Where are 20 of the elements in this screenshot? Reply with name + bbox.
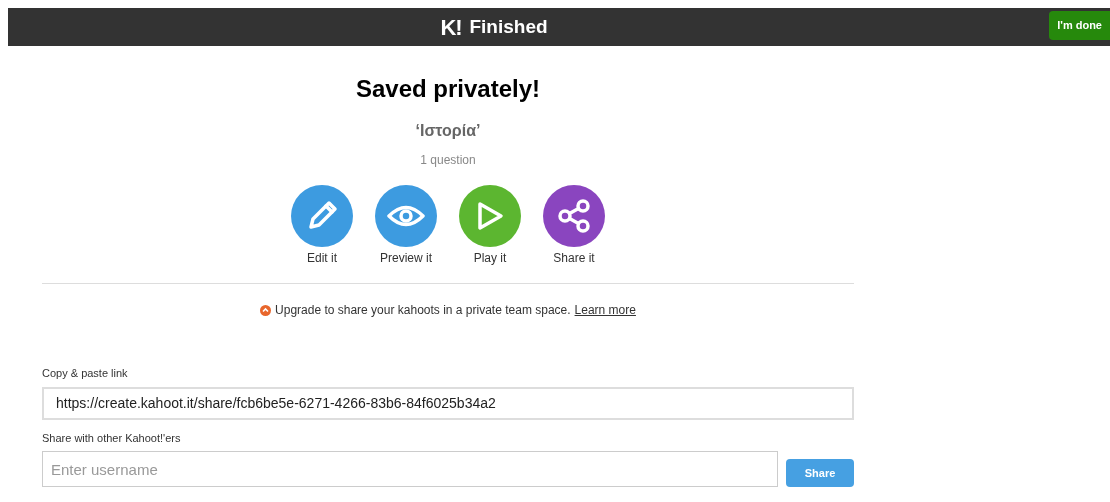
- share-label: Share with other Kahoot!'ers: [42, 430, 182, 446]
- action-label: Play it: [473, 250, 507, 267]
- action-label: Preview it: [380, 250, 432, 267]
- share-icon: [556, 198, 592, 234]
- done-button[interactable]: I'm done: [1049, 11, 1110, 40]
- logo: K!: [440, 13, 462, 42]
- action-label: Share it: [553, 250, 595, 267]
- kahoot-title: ‘Ιστορία’: [415, 121, 481, 141]
- username-field[interactable]: Enter username: [42, 451, 778, 487]
- question-count: 1 question: [420, 152, 476, 169]
- upgrade-message: Upgrade to share your kahoots in a private team space.: [275, 302, 571, 319]
- upgrade-icon: [260, 304, 272, 316]
- action-label: Edit it: [307, 250, 337, 267]
- page-title: Finished: [469, 14, 548, 39]
- link-label: Copy & paste link: [42, 366, 129, 381]
- eye-icon: [386, 203, 426, 229]
- learn-more-link[interactable]: Learn more: [574, 301, 636, 319]
- heading: Saved privately!: [355, 74, 541, 104]
- link-field[interactable]: https://create.kahoot.it/share/fcb6be5e-6271-4266-83b6-84f6025b34a2: [42, 386, 854, 420]
- play-icon: [475, 200, 505, 232]
